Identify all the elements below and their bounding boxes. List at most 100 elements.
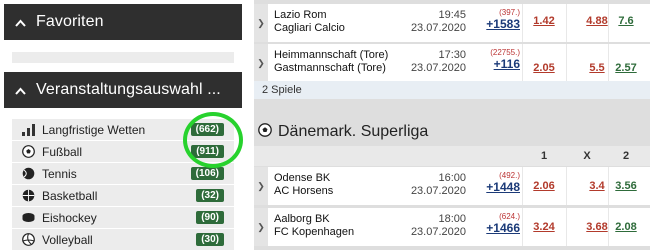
sport-label: Tennis: [42, 166, 77, 181]
match-time: 16:00: [438, 172, 466, 184]
games-count-row[interactable]: 2 Spiele: [254, 81, 650, 99]
soccer-ball-icon: [21, 145, 35, 159]
events-header[interactable]: Veranstaltungsauswahl ...: [4, 72, 242, 108]
match-datetime: 18:00 23.07.2020: [404, 213, 466, 239]
sport-item-basketball[interactable]: Basketball (32): [12, 185, 234, 207]
more-bets-link[interactable]: (492.) +1448: [480, 171, 520, 194]
sport-item-volleyball[interactable]: Volleyball (30): [12, 229, 234, 250]
odds-home[interactable]: 3.24: [524, 221, 564, 233]
main-content: ❯ Lazio Rom Cagliari Calcio 19:45 23.07.…: [254, 0, 650, 250]
match-teams: Lazio Rom Cagliari Calcio: [274, 9, 345, 35]
home-team: Lazio Rom: [274, 9, 327, 21]
match-date: 23.07.2020: [410, 22, 466, 34]
favorites-title: Favoriten: [36, 13, 104, 30]
odds-away[interactable]: 2.57: [610, 62, 642, 74]
match-row[interactable]: ❯ Heimmannschaft (Tore) Gastmannschaft (…: [254, 44, 650, 82]
bar-chart-icon: [21, 123, 35, 137]
odds-away[interactable]: 3.56: [610, 180, 642, 192]
more-bets-link[interactable]: (397.) +1583: [480, 8, 520, 31]
match-rank: (22755.): [490, 48, 520, 57]
chevron-right-icon[interactable]: ❯: [254, 167, 268, 205]
chevron-right-icon[interactable]: ❯: [254, 208, 268, 246]
away-team: AC Horsens: [274, 185, 334, 197]
sport-count-badge: (32): [196, 189, 224, 202]
soccer-ball-icon: [258, 122, 272, 142]
ice-hockey-icon: [21, 211, 35, 225]
match-row[interactable]: ❯ Odense BK AC Horsens 16:00 23.07.2020 …: [254, 167, 650, 205]
sport-label: Fußball: [42, 144, 83, 159]
match-teams: Aalborg BK FC Kopenhagen: [274, 213, 354, 239]
divider: [608, 208, 609, 246]
chevron-right-icon[interactable]: ❯: [254, 4, 268, 42]
more-bets-link[interactable]: (22755.) +116: [480, 48, 520, 71]
volleyball-icon: [21, 233, 35, 247]
favorites-empty-area: [12, 52, 234, 63]
sidebar: Favoriten Veranstaltungsauswahl ... Lang…: [0, 0, 252, 250]
match-row[interactable]: ❯ Lazio Rom Cagliari Calcio 19:45 23.07.…: [254, 4, 650, 42]
more-bets-count: +1583: [486, 17, 520, 31]
match-datetime: 16:00 23.07.2020: [404, 172, 466, 198]
sport-label: Eishockey: [42, 210, 97, 225]
chevron-right-icon[interactable]: ❯: [254, 44, 268, 82]
divider: [566, 44, 567, 82]
match-datetime: 19:45 23.07.2020: [404, 9, 466, 35]
sport-label: Volleyball: [42, 232, 93, 247]
match-row[interactable]: ❯ Aalborg BK FC Kopenhagen 18:00 23.07.2…: [254, 208, 650, 246]
match-teams: Heimmannschaft (Tore) Gastmannschaft (To…: [274, 49, 388, 75]
sport-count-badge: (106): [190, 167, 224, 180]
match-rank: (492.): [499, 171, 520, 180]
tennis-ball-icon: [21, 167, 35, 181]
divider: [608, 4, 609, 42]
odds-away[interactable]: 7.6: [610, 15, 642, 27]
chevron-up-icon: [4, 15, 36, 30]
basketball-icon: [21, 189, 35, 203]
home-team: Odense BK: [274, 172, 331, 184]
events-title: Veranstaltungsauswahl ...: [36, 81, 221, 98]
divider: [566, 4, 567, 42]
divider: [522, 4, 523, 42]
home-team: Heimmannschaft (Tore): [274, 49, 389, 61]
highlight-circle-annotation: [183, 112, 243, 168]
odds-column-header: 1 X 2: [254, 146, 650, 166]
divider: [522, 208, 523, 246]
match-time: 17:30: [438, 49, 466, 61]
sport-item-eishockey[interactable]: Eishockey (90): [12, 207, 234, 229]
odds-away[interactable]: 2.08: [610, 221, 642, 233]
odds-col-home-label: 1: [540, 150, 548, 162]
divider: [608, 167, 609, 205]
sport-label: Basketball: [42, 188, 98, 203]
match-datetime: 17:30 23.07.2020: [404, 49, 466, 75]
more-bets-count: +1466: [486, 221, 520, 235]
divider: [566, 167, 567, 205]
odds-home[interactable]: 2.06: [524, 180, 564, 192]
match-teams: Odense BK AC Horsens: [274, 172, 333, 198]
away-team: Cagliari Calcio: [274, 22, 345, 34]
sport-item-tennis[interactable]: Tennis (106): [12, 163, 234, 185]
divider: [522, 44, 523, 82]
divider: [566, 208, 567, 246]
match-date: 23.07.2020: [410, 185, 466, 197]
match-date: 23.07.2020: [410, 62, 466, 74]
league-title: Dänemark. Superliga: [278, 123, 429, 140]
away-team: Gastmannschaft (Tore): [274, 62, 386, 74]
away-team: FC Kopenhagen: [274, 226, 355, 238]
match-time: 19:45: [438, 9, 466, 21]
odds-home[interactable]: 1.42: [524, 15, 564, 27]
more-bets-link[interactable]: (624.) +1466: [480, 212, 520, 235]
more-bets-count: +116: [493, 57, 520, 71]
league-header[interactable]: Dänemark. Superliga: [254, 118, 650, 146]
home-team: Aalborg BK: [274, 213, 330, 225]
sport-label: Langfristige Wetten: [42, 122, 146, 137]
odds-col-away-label: 2: [622, 150, 630, 162]
match-date: 23.07.2020: [410, 226, 466, 238]
match-rank: (624.): [499, 212, 520, 221]
favorites-header[interactable]: Favoriten: [4, 4, 242, 40]
chevron-up-icon: [4, 83, 36, 98]
divider: [608, 44, 609, 82]
sport-count-badge: (90): [196, 211, 224, 224]
match-time: 18:00: [438, 213, 466, 225]
match-rank: (397.): [499, 8, 520, 17]
divider: [522, 167, 523, 205]
more-bets-count: +1448: [486, 180, 520, 194]
odds-home[interactable]: 2.05: [524, 62, 564, 74]
